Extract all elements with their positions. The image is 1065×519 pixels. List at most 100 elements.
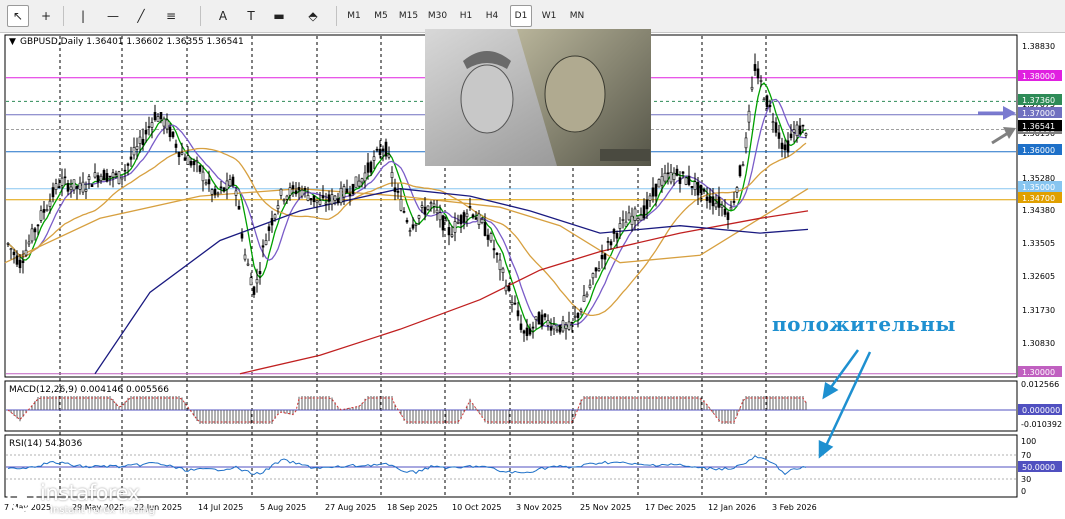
candle-body: [546, 320, 550, 326]
candle-body: [171, 131, 175, 138]
candle-body: [792, 129, 796, 133]
candle-body: [525, 327, 529, 336]
label-tool[interactable]: T: [240, 5, 262, 27]
candle-body: [495, 252, 499, 255]
candle-body: [507, 285, 511, 291]
candle-body: [135, 146, 139, 150]
timeframe-w1[interactable]: W1: [537, 5, 561, 27]
toolbar-separator: [200, 6, 201, 26]
candle-body: [324, 202, 328, 205]
candle-body: [126, 163, 130, 166]
candle-body: [372, 156, 376, 161]
candle-body: [51, 187, 55, 198]
candle-body: [645, 199, 649, 210]
candle-body: [69, 186, 73, 190]
candle-body: [75, 186, 79, 189]
candle-body: [99, 175, 103, 181]
arrows-tool[interactable]: ⬘: [302, 5, 324, 27]
price-axis-label: 1.34380: [1022, 206, 1055, 215]
timeframe-mn[interactable]: MN: [565, 5, 589, 27]
candle-body: [33, 228, 37, 233]
candle-body: [468, 206, 472, 208]
candle-body: [462, 212, 466, 223]
candle-body: [192, 160, 196, 166]
candle-body: [576, 312, 580, 318]
candle-body: [249, 277, 253, 286]
candle-body: [756, 68, 760, 79]
price-level-tag-label: 1.38000: [1022, 72, 1055, 81]
timeframe-d1[interactable]: D1: [510, 5, 532, 27]
candle-body: [213, 188, 217, 195]
candle-body: [30, 228, 34, 242]
cursor-tool[interactable]: ↖: [7, 5, 29, 27]
candle-body: [96, 175, 100, 183]
rsi-axis-label: 0: [1021, 487, 1026, 496]
candle-body: [36, 224, 40, 227]
date-axis-label: 25 Nov 2025: [580, 503, 631, 512]
candle-body: [486, 234, 490, 240]
candle-body: [60, 177, 64, 186]
candle-body: [396, 190, 400, 193]
candle-body: [378, 148, 382, 156]
date-axis-label: 27 Aug 2025: [325, 503, 376, 512]
candle-body: [705, 196, 709, 201]
candle-body: [57, 186, 61, 188]
candle-body: [657, 179, 661, 188]
candle-body: [294, 190, 298, 195]
timeframe-m5[interactable]: M5: [369, 5, 393, 27]
candle-body: [354, 176, 358, 188]
candle-body: [723, 208, 727, 215]
macd-axis-label: -0.010392: [1021, 420, 1062, 429]
candle-body: [66, 183, 70, 192]
candle-body: [198, 165, 202, 172]
timeframe-m1[interactable]: M1: [342, 5, 366, 27]
candle-body: [612, 229, 616, 234]
crosshair-tool[interactable]: +: [35, 5, 57, 27]
candle-body: [750, 86, 754, 90]
timeframe-h4[interactable]: H4: [481, 5, 503, 27]
candle-body: [114, 173, 118, 176]
candle-body: [456, 221, 460, 224]
candle-body: [777, 132, 781, 139]
candle-body: [42, 209, 46, 213]
trendline-tool[interactable]: ╱: [130, 5, 152, 27]
timeframe-m30[interactable]: M30: [424, 5, 451, 27]
timeframe-h1[interactable]: H1: [455, 5, 477, 27]
candle-body: [162, 118, 166, 127]
candle-body: [228, 179, 232, 187]
date-axis-label: 10 Oct 2025: [452, 503, 501, 512]
candle-body: [39, 210, 43, 221]
vertical-line-tool[interactable]: |: [72, 5, 94, 27]
timeframe-m15[interactable]: M15: [396, 5, 421, 27]
candle-body: [147, 126, 151, 128]
candle-body: [54, 183, 58, 190]
fibonacci-tool[interactable]: ≡: [160, 5, 182, 27]
candle-body: [753, 64, 757, 72]
candle-body: [726, 212, 730, 220]
candle-body: [729, 207, 733, 210]
candle-body: [255, 279, 259, 284]
candle-body: [177, 151, 181, 158]
candle-body: [270, 218, 274, 226]
candle-body: [21, 260, 25, 264]
candle-body: [180, 152, 184, 155]
candle-body: [399, 198, 403, 211]
text-tool[interactable]: A: [212, 5, 234, 27]
candle-body: [219, 186, 223, 189]
candle-body: [273, 214, 277, 219]
candle-body: [447, 227, 451, 236]
candle-body: [285, 195, 289, 200]
candle-body: [156, 116, 160, 122]
candle-body: [669, 171, 673, 183]
candle-body: [15, 255, 19, 265]
candle-body: [384, 141, 388, 157]
candle-body: [348, 193, 352, 197]
candle-body: [714, 202, 718, 208]
rectangle-tool[interactable]: ▬: [268, 5, 290, 27]
candle-body: [168, 126, 172, 138]
rsi-axis-label: 70: [1021, 451, 1031, 460]
candle-body: [744, 137, 748, 149]
horizontal-line-tool[interactable]: —: [102, 5, 124, 27]
candle-body: [282, 199, 286, 202]
candle-body: [216, 192, 220, 195]
